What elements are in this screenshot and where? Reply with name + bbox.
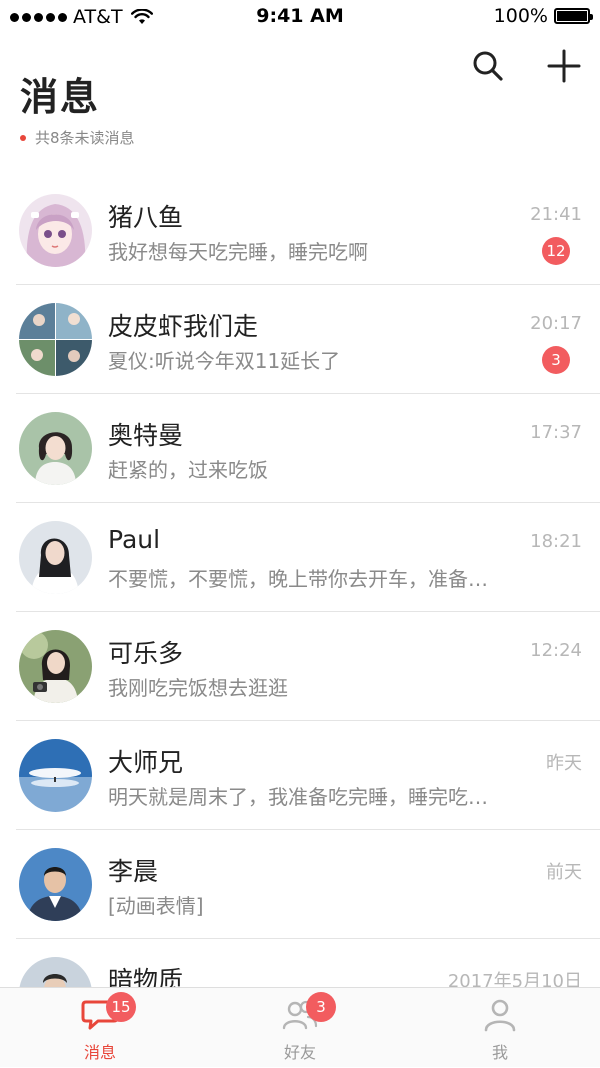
man-suit-avatar[interactable] bbox=[19, 848, 92, 921]
tab-label: 好友 bbox=[283, 1043, 316, 1062]
woman-white-dress-avatar[interactable] bbox=[19, 521, 92, 594]
plus-icon bbox=[547, 49, 581, 83]
add-button[interactable] bbox=[546, 48, 582, 84]
message-time: 前天 bbox=[546, 862, 582, 883]
search-button[interactable] bbox=[470, 48, 506, 84]
woman-camera-avatar[interactable] bbox=[19, 630, 92, 703]
unread-summary: 共8条未读消息 bbox=[20, 127, 135, 148]
message-time: 18:21 bbox=[530, 531, 582, 552]
message-time: 20:17 bbox=[530, 313, 582, 334]
message-preview: 不要慌，不要慌，晚上带你去开车，准备… bbox=[108, 567, 488, 591]
contact-name: 大师兄 bbox=[108, 748, 184, 777]
message-preview: [动画表情] bbox=[108, 894, 204, 918]
tab-label: 我 bbox=[491, 1043, 508, 1062]
sky-landscape-avatar[interactable] bbox=[19, 739, 92, 812]
conversation-list: 猪八鱼 21:41 我好想每天吃完睡，睡完吃啊 12 皮皮虾我们走 20:17 … bbox=[0, 176, 600, 1048]
message-preview: 我好想每天吃完睡，睡完吃啊 bbox=[108, 240, 368, 264]
message-preview: 赶紧的，过来吃饭 bbox=[108, 458, 268, 482]
unread-badge: 12 bbox=[542, 237, 570, 265]
tab-badge: 15 bbox=[106, 992, 136, 1022]
conversation-item[interactable]: 皮皮虾我们走 20:17 夏仪:听说今年双11延长了 3 bbox=[16, 285, 600, 394]
contact-name: 可乐多 bbox=[108, 639, 184, 668]
status-bar: AT&T 9:41 AM 100% bbox=[0, 0, 600, 34]
message-preview: 我刚吃完饭想去逛逛 bbox=[108, 676, 288, 700]
unread-dot-icon bbox=[20, 134, 26, 141]
tab-messages[interactable]: 15 消息 bbox=[0, 988, 200, 1068]
message-time: 17:37 bbox=[530, 422, 582, 443]
group-photo-avatar[interactable] bbox=[19, 303, 92, 376]
tab-badge: 3 bbox=[306, 992, 336, 1022]
tab-friends[interactable]: 3 好友 bbox=[200, 988, 400, 1068]
contact-name: Paul bbox=[108, 525, 161, 554]
person-icon bbox=[484, 999, 516, 1032]
contact-name: 李晨 bbox=[108, 857, 159, 886]
tab-label: 消息 bbox=[83, 1043, 116, 1062]
conversation-item[interactable]: 可乐多 12:24 我刚吃完饭想去逛逛 bbox=[16, 612, 600, 721]
battery-icon bbox=[554, 8, 593, 24]
conversation-item[interactable]: 猪八鱼 21:41 我好想每天吃完睡，睡完吃啊 12 bbox=[16, 176, 600, 285]
unread-badge: 3 bbox=[542, 346, 570, 374]
message-preview: 夏仪:听说今年双11延长了 bbox=[108, 349, 341, 373]
contact-name: 猪八鱼 bbox=[108, 203, 184, 232]
page-title: 消息 bbox=[20, 75, 101, 119]
conversation-item[interactable]: Paul 18:21 不要慌，不要慌，晚上带你去开车，准备… bbox=[16, 503, 600, 612]
conversation-item[interactable]: 李晨 前天 [动画表情] bbox=[16, 830, 600, 939]
contact-name: 皮皮虾我们走 bbox=[108, 312, 259, 341]
message-preview: 明天就是周末了，我准备吃完睡，睡完吃… bbox=[108, 785, 488, 809]
message-time: 昨天 bbox=[546, 753, 582, 774]
message-time: 12:24 bbox=[530, 640, 582, 661]
status-right: 100% bbox=[493, 5, 593, 27]
contact-name: 奥特曼 bbox=[108, 421, 184, 450]
unread-summary-text: 共8条未读消息 bbox=[35, 129, 135, 147]
tab-me[interactable]: 我 bbox=[400, 988, 600, 1068]
search-icon bbox=[473, 51, 503, 81]
conversation-item[interactable]: 奥特曼 17:37 赶紧的，过来吃饭 bbox=[16, 394, 600, 503]
tab-bar: 15 消息 3 好友 我 bbox=[0, 987, 600, 1067]
battery-percent: 100% bbox=[493, 5, 548, 27]
message-time: 21:41 bbox=[530, 204, 582, 225]
woman-portrait-avatar[interactable] bbox=[19, 412, 92, 485]
anime-girl-avatar[interactable] bbox=[19, 194, 92, 267]
conversation-item[interactable]: 大师兄 昨天 明天就是周末了，我准备吃完睡，睡完吃… bbox=[16, 721, 600, 830]
